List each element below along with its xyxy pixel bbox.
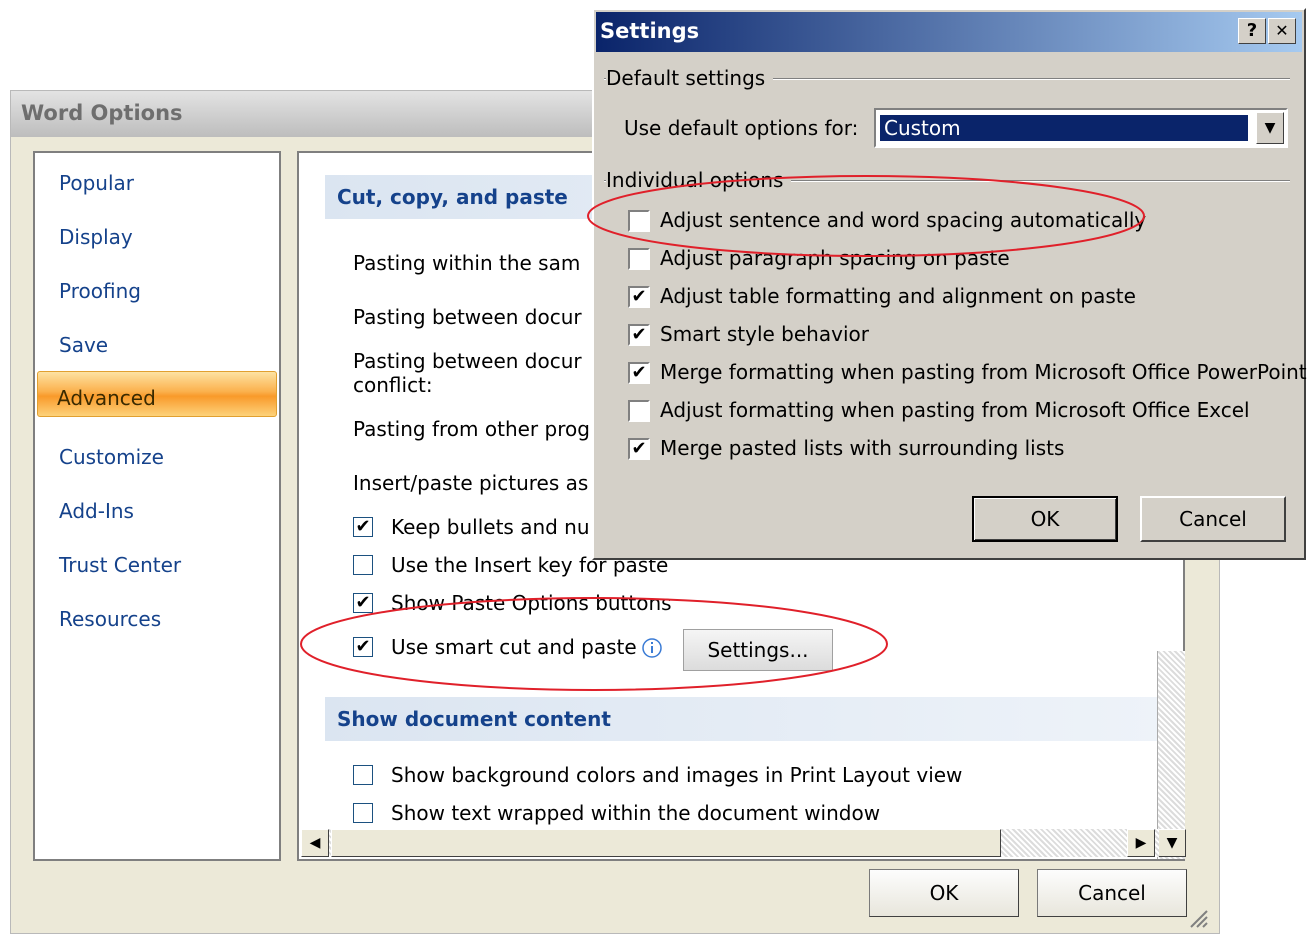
settings-title: Settings xyxy=(600,19,700,43)
nav-item-add-ins[interactable]: Add-Ins xyxy=(59,499,134,523)
settings-titlebar[interactable]: Settings ? ✕ xyxy=(596,12,1302,52)
paste-between-conflict-label: Pasting between docur xyxy=(353,349,582,373)
paste-options-label: Show Paste Options buttons xyxy=(391,591,672,615)
option-checkbox-smart-style[interactable]: ✔ xyxy=(628,324,650,346)
resize-grip-icon[interactable] xyxy=(1187,907,1209,929)
word-options-ok-button[interactable]: OK xyxy=(869,869,1019,917)
keep-bullets-label: Keep bullets and nu xyxy=(391,515,590,539)
paste-other-programs-label: Pasting from other prog xyxy=(353,417,590,441)
insert-pictures-label: Insert/paste pictures as xyxy=(353,471,589,495)
option-checkbox-paragraph-spacing[interactable] xyxy=(628,248,650,270)
option-label-merge-powerpoint: Merge formatting when pasting from Micro… xyxy=(660,360,1307,384)
option-label-paragraph-spacing: Adjust paragraph spacing on paste xyxy=(660,246,1010,270)
paste-conflict-label: conflict: xyxy=(353,373,433,397)
use-default-label: Use default options for: xyxy=(624,116,859,140)
paste-options-checkbox[interactable]: ✔ xyxy=(353,593,373,613)
settings-cancel-button[interactable]: Cancel xyxy=(1140,496,1286,542)
nav-item-display[interactable]: Display xyxy=(59,225,133,249)
options-nav: Popular Display Proofing Save Advanced C… xyxy=(33,151,281,861)
option-label-table-formatting: Adjust table formatting and alignment on… xyxy=(660,284,1136,308)
keep-bullets-checkbox[interactable]: ✔ xyxy=(353,517,373,537)
settings-dialog: Settings ? ✕ Default settings Use defaul… xyxy=(592,8,1307,560)
nav-item-advanced[interactable]: Advanced xyxy=(57,386,156,410)
section-show-document-content: Show document content xyxy=(325,697,1165,741)
default-settings-group-label: Default settings xyxy=(606,66,774,90)
option-checkbox-sentence-spacing[interactable] xyxy=(628,210,650,232)
option-label-excel-formatting: Adjust formatting when pasting from Micr… xyxy=(660,398,1250,422)
paste-within-label: Pasting within the sam xyxy=(353,251,581,275)
info-icon[interactable] xyxy=(641,637,663,659)
nav-item-resources[interactable]: Resources xyxy=(59,607,161,631)
option-label-sentence-spacing: Adjust sentence and word spacing automat… xyxy=(660,208,1147,232)
help-button[interactable]: ? xyxy=(1238,18,1266,44)
horizontal-scrollbar[interactable]: ◀ ▶ xyxy=(301,829,1159,857)
show-background-label: Show background colors and images in Pri… xyxy=(391,763,963,787)
word-options-cancel-button[interactable]: Cancel xyxy=(1037,869,1187,917)
paste-between-label: Pasting between docur xyxy=(353,305,582,329)
scroll-left-button[interactable]: ◀ xyxy=(301,829,329,857)
option-checkbox-table-formatting[interactable]: ✔ xyxy=(628,286,650,308)
nav-item-customize[interactable]: Customize xyxy=(59,445,164,469)
settings-button[interactable]: Settings... xyxy=(683,629,833,671)
option-label-merge-lists: Merge pasted lists with surrounding list… xyxy=(660,436,1065,460)
word-options-title: Word Options xyxy=(21,101,183,125)
smart-cut-paste-label: Use smart cut and paste xyxy=(391,635,637,659)
nav-item-proofing[interactable]: Proofing xyxy=(59,279,141,303)
option-label-smart-style: Smart style behavior xyxy=(660,322,869,346)
nav-item-save[interactable]: Save xyxy=(59,333,108,357)
settings-ok-button[interactable]: OK xyxy=(972,496,1118,542)
chevron-down-icon[interactable]: ▼ xyxy=(1256,112,1284,144)
option-checkbox-merge-powerpoint[interactable]: ✔ xyxy=(628,362,650,384)
option-checkbox-excel-formatting[interactable] xyxy=(628,400,650,422)
text-wrapped-label: Show text wrapped within the document wi… xyxy=(391,801,881,825)
close-icon[interactable]: ✕ xyxy=(1268,18,1296,44)
individual-options-group-label: Individual options xyxy=(606,168,792,192)
show-background-checkbox[interactable] xyxy=(353,765,373,785)
scroll-down-button[interactable]: ▼ xyxy=(1158,829,1186,857)
smart-cut-paste-checkbox[interactable]: ✔ xyxy=(353,637,373,657)
text-wrapped-checkbox[interactable] xyxy=(353,803,373,823)
use-default-select[interactable]: Custom ▼ xyxy=(874,108,1288,148)
insert-key-checkbox[interactable] xyxy=(353,555,373,575)
use-default-selected-value: Custom xyxy=(880,115,1248,141)
horizontal-scroll-thumb[interactable] xyxy=(331,829,1001,857)
vertical-scrollbar[interactable]: ▼ xyxy=(1157,651,1186,859)
scroll-right-button[interactable]: ▶ xyxy=(1127,829,1155,857)
nav-item-popular[interactable]: Popular xyxy=(59,171,134,195)
nav-item-trust-center[interactable]: Trust Center xyxy=(59,553,181,577)
option-checkbox-merge-lists[interactable]: ✔ xyxy=(628,438,650,460)
